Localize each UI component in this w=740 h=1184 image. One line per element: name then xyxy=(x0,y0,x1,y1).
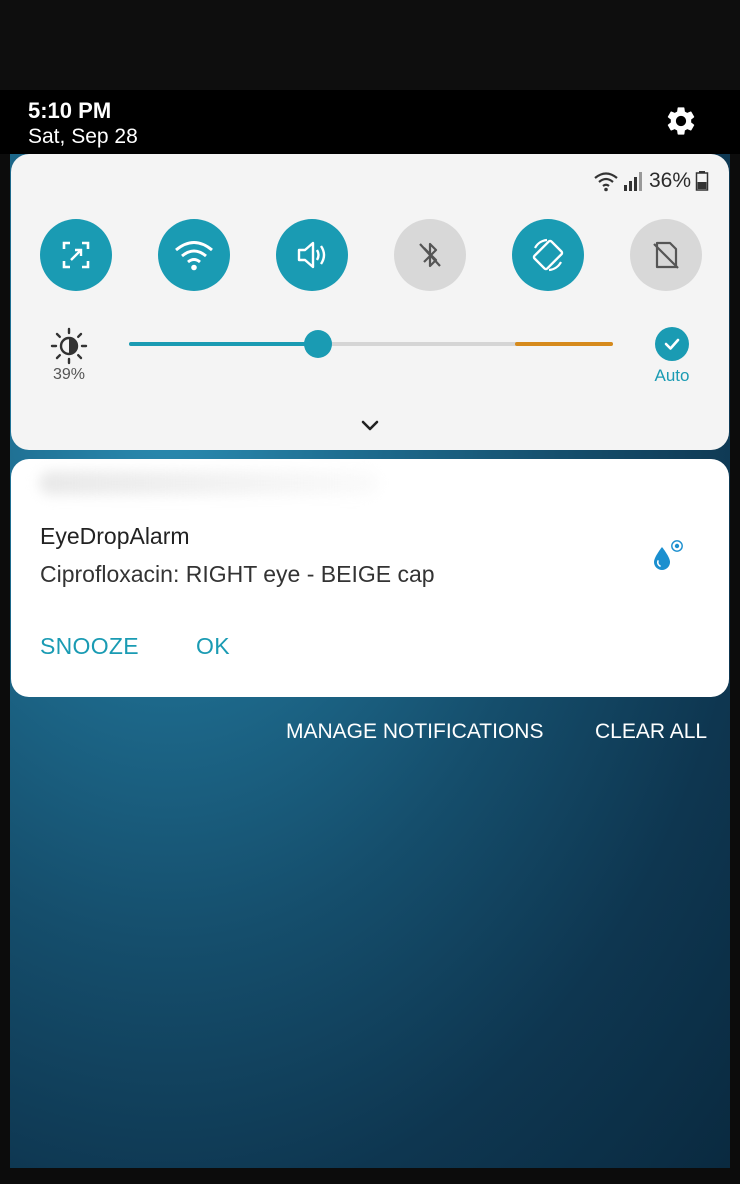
expand-quick-settings-button[interactable] xyxy=(358,414,382,438)
quick-settings-tiles xyxy=(40,219,702,293)
brightness-value: 39% xyxy=(52,366,86,383)
brightness-slider[interactable] xyxy=(129,330,613,358)
no-sim-icon xyxy=(653,241,679,269)
tile-screen-capture[interactable] xyxy=(40,219,112,291)
notification-card[interactable]: EyeDropAlarm Ciprofloxacin: RIGHT eye - … xyxy=(11,459,729,697)
quick-settings-panel: 36% 39% Auto xyxy=(11,154,729,450)
brightness-icon xyxy=(50,327,88,365)
screen-capture-icon xyxy=(62,241,90,269)
notification-shade-header: 5:10 PM Sat, Sep 28 xyxy=(0,90,740,154)
check-icon xyxy=(664,338,680,350)
brightness-row: 39% Auto xyxy=(11,322,729,392)
brightness-slider-thumb[interactable] xyxy=(304,330,332,358)
status-icons: 36% xyxy=(593,168,709,194)
tile-wifi[interactable] xyxy=(158,219,230,291)
manage-notifications-button[interactable]: MANAGE NOTIFICATIONS xyxy=(286,720,543,744)
eye-drop-icon xyxy=(654,540,683,570)
notification-text: Ciprofloxacin: RIGHT eye - BEIGE cap xyxy=(40,561,435,587)
sound-icon xyxy=(297,241,326,269)
wifi-icon xyxy=(175,241,213,271)
signal-icon xyxy=(623,172,642,191)
snooze-button[interactable]: SNOOZE xyxy=(40,633,139,660)
settings-button[interactable] xyxy=(664,104,698,138)
notification-app-name: EyeDropAlarm xyxy=(40,523,190,549)
tile-auto-rotate[interactable] xyxy=(512,219,584,291)
ok-button[interactable]: OK xyxy=(196,633,230,660)
date: Sat, Sep 28 xyxy=(28,125,138,148)
battery-icon xyxy=(695,171,709,191)
auto-brightness-toggle[interactable] xyxy=(655,327,689,361)
status-area-background xyxy=(0,0,740,90)
auto-rotate-icon xyxy=(532,238,564,272)
auto-brightness-label: Auto xyxy=(654,366,690,385)
brightness-recommended-range xyxy=(515,342,613,346)
notification-header-blurred xyxy=(39,471,379,495)
clock: 5:10 PM xyxy=(28,98,112,123)
chevron-down-icon xyxy=(361,420,379,431)
tile-sim[interactable] xyxy=(630,219,702,291)
wifi-icon xyxy=(594,172,618,192)
tile-bluetooth[interactable] xyxy=(394,219,466,291)
brightness-slider-fill xyxy=(129,342,318,346)
bluetooth-off-icon xyxy=(419,242,441,268)
clear-all-button[interactable]: CLEAR ALL xyxy=(595,720,707,744)
battery-percent: 36% xyxy=(648,169,691,192)
tile-sound[interactable] xyxy=(276,219,348,291)
gear-icon xyxy=(667,107,695,135)
